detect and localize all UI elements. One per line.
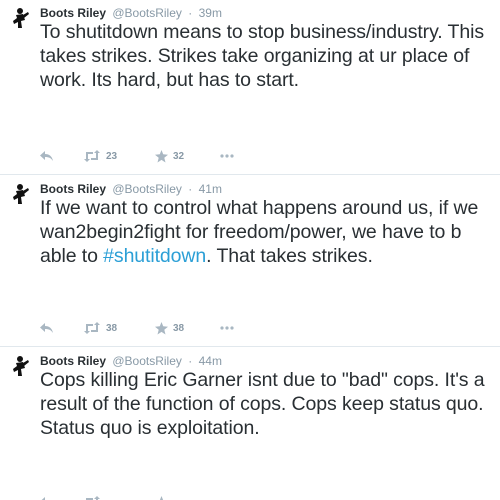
timestamp[interactable]: 44m (199, 354, 222, 368)
reply-icon (40, 151, 53, 161)
favorite-button[interactable] (155, 492, 168, 500)
favorite-star-icon (155, 321, 168, 334)
timeline: Boots Riley @BootsRiley · 39m To shutitd… (0, 0, 500, 500)
reply-button[interactable] (40, 492, 54, 500)
tweet-actions (40, 492, 300, 500)
separator-dot: · (188, 6, 193, 20)
tweet-actions: 23 32 (40, 146, 300, 166)
retweet-button[interactable] (83, 492, 101, 500)
tweet[interactable]: Boots Riley @BootsRiley · 44m Cops killi… (0, 348, 500, 500)
favorite-star-icon (157, 495, 166, 500)
reply-button[interactable] (40, 318, 54, 338)
separator-dot: · (188, 354, 193, 368)
tweet-text: If we want to control what happens aroun… (40, 196, 495, 268)
favorite-count: 38 (173, 322, 185, 334)
user-name[interactable]: Boots Riley (40, 6, 106, 20)
retweet-button[interactable]: 38 (83, 318, 117, 338)
avatar[interactable] (8, 6, 32, 30)
user-handle[interactable]: @BootsRiley (112, 182, 182, 196)
retweet-button[interactable]: 23 (83, 146, 117, 166)
more-button[interactable] (220, 318, 234, 338)
hashtag-link[interactable]: #shutitdown (103, 245, 206, 267)
timestamp[interactable]: 39m (199, 6, 222, 20)
user-handle[interactable]: @BootsRiley (112, 6, 182, 20)
more-icon (220, 326, 234, 330)
favorite-button[interactable]: 38 (155, 318, 184, 338)
favorite-button[interactable]: 32 (155, 146, 184, 166)
favorite-star-icon (155, 149, 168, 162)
reply-icon (40, 323, 53, 333)
tweet-actions: 38 38 (40, 318, 300, 338)
tweet-text-content: Cops killing Eric Garner isnt due to "ba… (40, 369, 485, 439)
tweet-text: Cops killing Eric Garner isnt due to "ba… (40, 368, 495, 440)
timestamp[interactable]: 41m (199, 182, 222, 196)
reply-button[interactable] (40, 146, 54, 166)
user-name[interactable]: Boots Riley (40, 182, 106, 196)
favorite-count: 32 (173, 150, 185, 162)
avatar[interactable] (8, 182, 32, 206)
tweet[interactable]: Boots Riley @BootsRiley · 39m To shutitd… (0, 0, 500, 175)
avatar[interactable] (8, 354, 32, 378)
retweet-icon (84, 150, 100, 162)
retweet-count: 23 (106, 150, 118, 162)
retweet-icon (86, 496, 100, 500)
user-name[interactable]: Boots Riley (40, 354, 106, 368)
more-button[interactable] (220, 146, 234, 166)
more-icon (220, 154, 234, 158)
tweet-text: To shutitdown means to stop business/ind… (40, 20, 495, 92)
separator-dot: · (188, 182, 193, 196)
tweet-text-content: . That takes strikes. (206, 245, 373, 267)
tweet-text-content: To shutitdown means to stop business/ind… (40, 21, 484, 91)
user-handle[interactable]: @BootsRiley (112, 354, 182, 368)
tweet[interactable]: Boots Riley @BootsRiley · 41m If we want… (0, 176, 500, 347)
retweet-icon (84, 322, 100, 334)
retweet-count: 38 (106, 322, 118, 334)
